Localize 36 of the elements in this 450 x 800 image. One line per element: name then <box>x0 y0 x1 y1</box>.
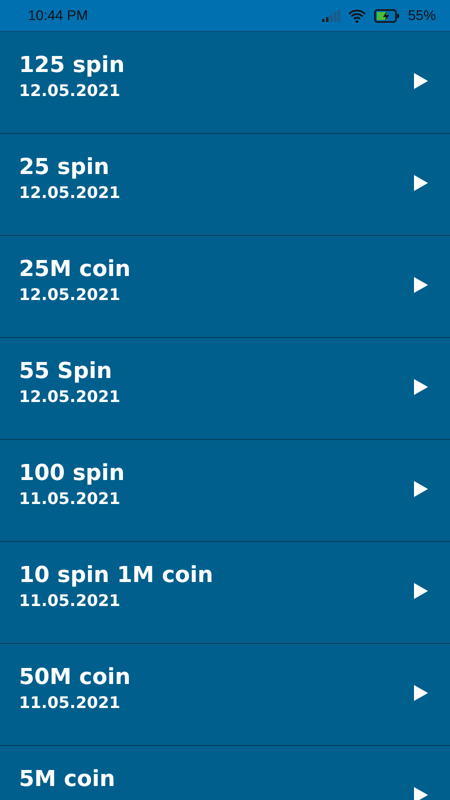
item-date: 11.05.2021 <box>19 489 122 509</box>
list-item[interactable]: 25M coin 12.05.2021 <box>0 236 450 338</box>
list-item[interactable]: 50M coin 11.05.2021 <box>0 644 450 746</box>
item-date: 12.05.2021 <box>19 81 122 101</box>
list-item[interactable]: 100 spin 11.05.2021 <box>0 440 450 542</box>
item-date: 12.05.2021 <box>19 183 120 203</box>
item-title: 125 spin <box>19 52 125 80</box>
play-icon <box>414 379 428 395</box>
list-item[interactable]: 55 Spin 12.05.2021 <box>0 338 450 440</box>
list-item[interactable]: 5M coin <box>0 746 450 800</box>
item-date: 11.05.2021 <box>19 591 122 611</box>
list-item[interactable]: 25 spin 12.05.2021 <box>0 134 450 236</box>
play-icon <box>414 73 428 89</box>
clock: 10:44 PM <box>28 6 88 25</box>
battery-percentage: 55% <box>408 6 436 25</box>
item-title: 50M coin <box>19 664 131 692</box>
item-title: 55 Spin <box>19 358 114 386</box>
item-date: 12.05.2021 <box>19 285 122 305</box>
play-icon <box>414 787 428 800</box>
play-icon <box>414 481 428 497</box>
signal-icon <box>322 10 340 22</box>
item-title: 5M coin <box>19 766 116 794</box>
list-item[interactable]: 125 spin 12.05.2021 <box>0 32 450 134</box>
play-icon <box>414 277 428 293</box>
wifi-icon <box>348 8 366 22</box>
item-date: 11.05.2021 <box>19 693 122 713</box>
list-item[interactable]: 10 spin 1M coin 11.05.2021 <box>0 542 450 644</box>
item-date: 12.05.2021 <box>19 387 120 407</box>
battery-icon <box>374 8 400 22</box>
item-title: 10 spin 1M coin <box>19 562 214 590</box>
play-icon <box>414 685 428 701</box>
item-title: 100 spin <box>19 460 125 488</box>
item-title: 25M coin <box>19 256 131 284</box>
play-icon <box>414 175 428 191</box>
item-title: 25 spin <box>19 154 110 182</box>
play-icon <box>414 583 428 599</box>
